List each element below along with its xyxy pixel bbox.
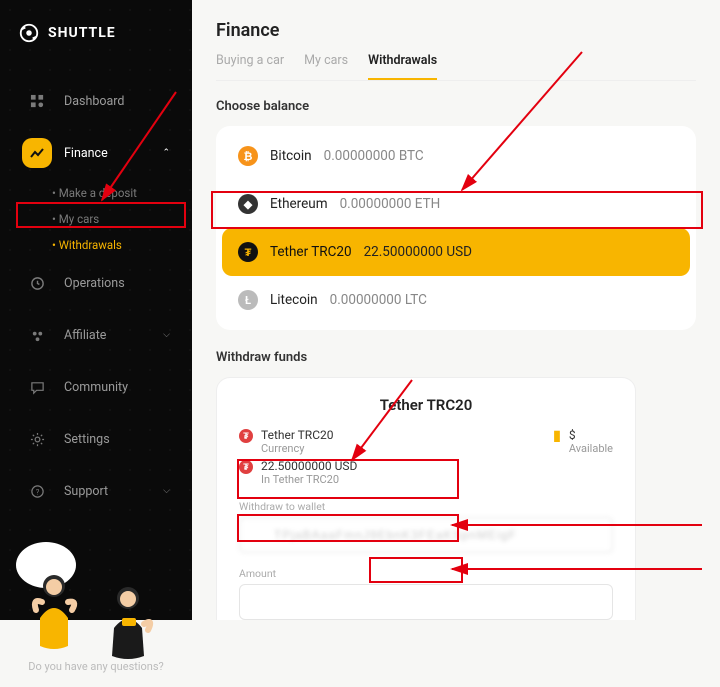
wallet-label: Withdraw to wallet — [239, 500, 613, 513]
withdraw-funds-label: Withdraw funds — [216, 350, 696, 365]
litecoin-icon: Ł — [238, 290, 258, 310]
bitcoin-icon: ₿ — [238, 146, 258, 166]
dashboard-icon — [22, 86, 52, 116]
withdraw-info-row: ₮ 22.50000000 USD In Tether TRC20 — [239, 459, 613, 486]
affiliate-icon — [22, 320, 52, 350]
balance-ethereum[interactable]: ◆ Ethereum 0.00000000 ETH — [222, 180, 690, 228]
sidebar-item-label: Settings — [64, 432, 110, 447]
sidebar-nav: Dashboard Finance ⌃ Make a deposit My ca… — [0, 66, 192, 528]
tether-badge-icon: ₮ — [239, 460, 253, 474]
questions-promo: Do you have any questions? — [0, 528, 192, 687]
gear-icon — [22, 424, 52, 454]
community-icon — [22, 372, 52, 402]
questions-illustration — [16, 542, 176, 652]
amount-label: Amount — [239, 567, 613, 580]
sidebar-item-finance[interactable]: Finance ⌃ — [12, 128, 180, 178]
tab-buying[interactable]: Buying a car — [216, 53, 284, 80]
sidebar-item-dashboard[interactable]: Dashboard — [12, 76, 180, 126]
page-title: Finance — [216, 20, 696, 41]
sidebar-sub-deposit[interactable]: Make a deposit — [52, 180, 180, 206]
currency-name: Tether TRC20 — [261, 428, 334, 442]
tab-mycars[interactable]: My cars — [304, 53, 348, 80]
sidebar-sub-withdrawals[interactable]: Withdrawals — [52, 232, 180, 258]
balance-name: Bitcoin — [270, 148, 312, 164]
chevron-up-icon: ⌃ — [162, 148, 170, 158]
balance-list: ₿ Bitcoin 0.00000000 BTC ◆ Ethereum 0.00… — [216, 126, 696, 330]
balance-name: Litecoin — [270, 292, 318, 308]
sidebar-item-support[interactable]: ? Support ⌵ — [12, 466, 180, 516]
brand-name: SHUTTLE — [48, 25, 116, 41]
person-icon — [22, 568, 94, 652]
balance-litecoin[interactable]: Ł Litecoin 0.00000000 LTC — [222, 276, 690, 324]
available-label: Available — [569, 442, 613, 455]
support-icon: ? — [22, 476, 52, 506]
sidebar-sub-mycars[interactable]: My cars — [52, 206, 180, 232]
operations-icon — [22, 268, 52, 298]
sidebar-item-label: Affiliate — [64, 328, 106, 343]
withdraw-info-row: ₮ Tether TRC20 Currency ▮ $ Available — [239, 428, 613, 455]
sidebar-item-label: Support — [64, 484, 108, 499]
balance-bitcoin[interactable]: ₿ Bitcoin 0.00000000 BTC — [222, 132, 690, 180]
sidebar: SHUTTLE Dashboard Finance ⌃ Make a depos… — [0, 0, 192, 620]
balance-amount: 0.00000000 BTC — [324, 148, 424, 164]
chevron-down-icon: ⌵ — [163, 486, 170, 496]
balance-amount: 0.00000000 ETH — [340, 196, 441, 212]
ethereum-icon: ◆ — [238, 194, 258, 214]
sidebar-item-label: Finance — [64, 146, 108, 161]
withdraw-card: Tether TRC20 ₮ Tether TRC20 Currency ▮ $… — [216, 377, 636, 620]
brand-logo[interactable]: SHUTTLE — [0, 0, 192, 66]
choose-balance-label: Choose balance — [216, 99, 696, 114]
balance-tether[interactable]: ₮ Tether TRC20 22.50000000 USD — [222, 228, 690, 276]
balance-amount: 22.50000000 USD — [364, 244, 472, 260]
amount-input[interactable] — [239, 584, 613, 620]
sidebar-item-community[interactable]: Community — [12, 362, 180, 412]
sidebar-item-settings[interactable]: Settings — [12, 414, 180, 464]
finance-tabs: Buying a car My cars Withdrawals — [216, 53, 696, 81]
sidebar-item-label: Operations — [64, 276, 125, 291]
balance-name: Tether TRC20 — [270, 244, 352, 260]
sidebar-item-label: Dashboard — [64, 94, 124, 109]
main-content: Finance Buying a car My cars Withdrawals… — [192, 0, 720, 620]
tab-withdrawals[interactable]: Withdrawals — [368, 53, 437, 80]
balance-sublabel: In Tether TRC20 — [261, 473, 357, 486]
sidebar-item-affiliate[interactable]: Affiliate ⌵ — [12, 310, 180, 360]
svg-text:?: ? — [35, 487, 39, 496]
tether-icon: ₮ — [238, 242, 258, 262]
sidebar-item-operations[interactable]: Operations — [12, 258, 180, 308]
chevron-down-icon: ⌵ — [163, 330, 170, 340]
wallet-input[interactable] — [239, 517, 613, 553]
sidebar-item-label: Community — [64, 380, 128, 395]
dollar-icon: ▮ — [553, 428, 561, 444]
balance-name: Ethereum — [270, 196, 328, 212]
currency-label: Currency — [261, 442, 334, 455]
finance-icon — [22, 138, 52, 168]
withdraw-card-title: Tether TRC20 — [239, 396, 613, 414]
person-icon — [94, 582, 172, 662]
tether-badge-icon: ₮ — [239, 429, 253, 443]
balance-amount: 0.00000000 LTC — [330, 292, 427, 308]
balance-value: 22.50000000 USD — [261, 459, 357, 473]
shuttle-logo-icon — [18, 22, 40, 44]
available-symbol: $ — [569, 428, 613, 442]
